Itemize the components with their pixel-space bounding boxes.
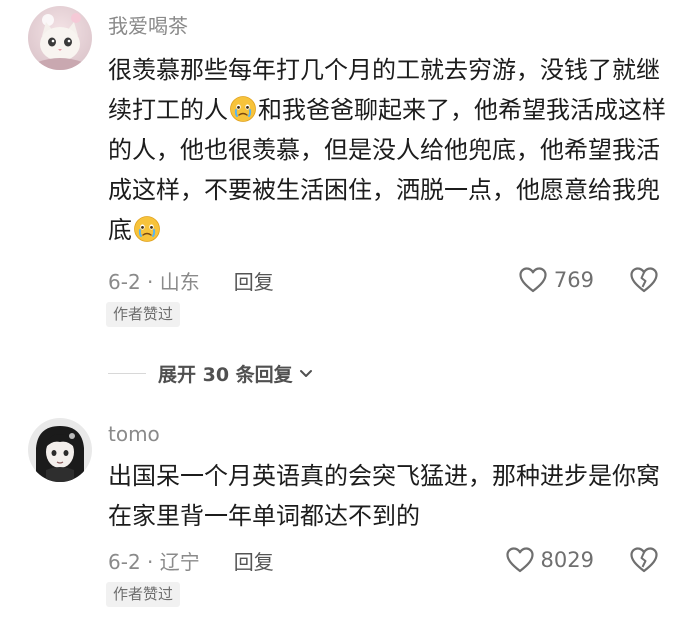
like-count: 8029 <box>540 548 594 572</box>
broken-heart-icon <box>630 547 658 573</box>
crying-face-emoji <box>229 95 257 123</box>
comment-meta: 6-2 · 山东 回复 <box>108 263 274 297</box>
crying-face-emoji <box>133 215 161 243</box>
author-liked-badge: 作者赞过 <box>106 582 181 607</box>
avatar[interactable] <box>28 418 92 482</box>
dislike-button[interactable] <box>628 263 660 297</box>
broken-heart-icon <box>630 267 658 293</box>
comment-text: 出国呆一个月英语真的会突飞猛进，那种进步是你窝在家里背一年单词都达不到的 <box>108 462 660 530</box>
like-count: 769 <box>553 268 594 292</box>
expand-replies-label: 展开 30 条回复 <box>158 363 293 386</box>
comment-username[interactable]: tomo <box>108 422 160 446</box>
cat-avatar-image <box>28 6 92 70</box>
anime-avatar-image <box>28 418 92 482</box>
comment-meta: 6-2 · 辽宁 回复 <box>108 543 274 577</box>
chevron-down-icon <box>299 370 312 377</box>
heart-icon <box>519 267 547 293</box>
avatar[interactable] <box>28 6 92 70</box>
comment-date-location: 6-2 · 辽宁 <box>108 549 200 574</box>
like-button[interactable]: 8029 <box>505 543 594 577</box>
like-button[interactable]: 769 <box>518 263 594 297</box>
expand-replies-button[interactable]: 展开 30 条回复 <box>108 358 315 388</box>
comment-username[interactable]: 我爱喝茶 <box>108 10 188 39</box>
author-liked-badge: 作者赞过 <box>106 302 181 327</box>
comment-text: 很羡慕那些每年打几个月的工就去穷游，没钱了就继续打工的人 和我爸爸聊起来了，他希望… <box>108 50 668 250</box>
reply-button[interactable]: 回复 <box>234 266 274 295</box>
reply-button[interactable]: 回复 <box>234 546 274 575</box>
divider-line <box>108 372 146 374</box>
heart-icon <box>505 547 534 573</box>
comment-date-location: 6-2 · 山东 <box>108 269 200 294</box>
dislike-button[interactable] <box>628 543 660 577</box>
